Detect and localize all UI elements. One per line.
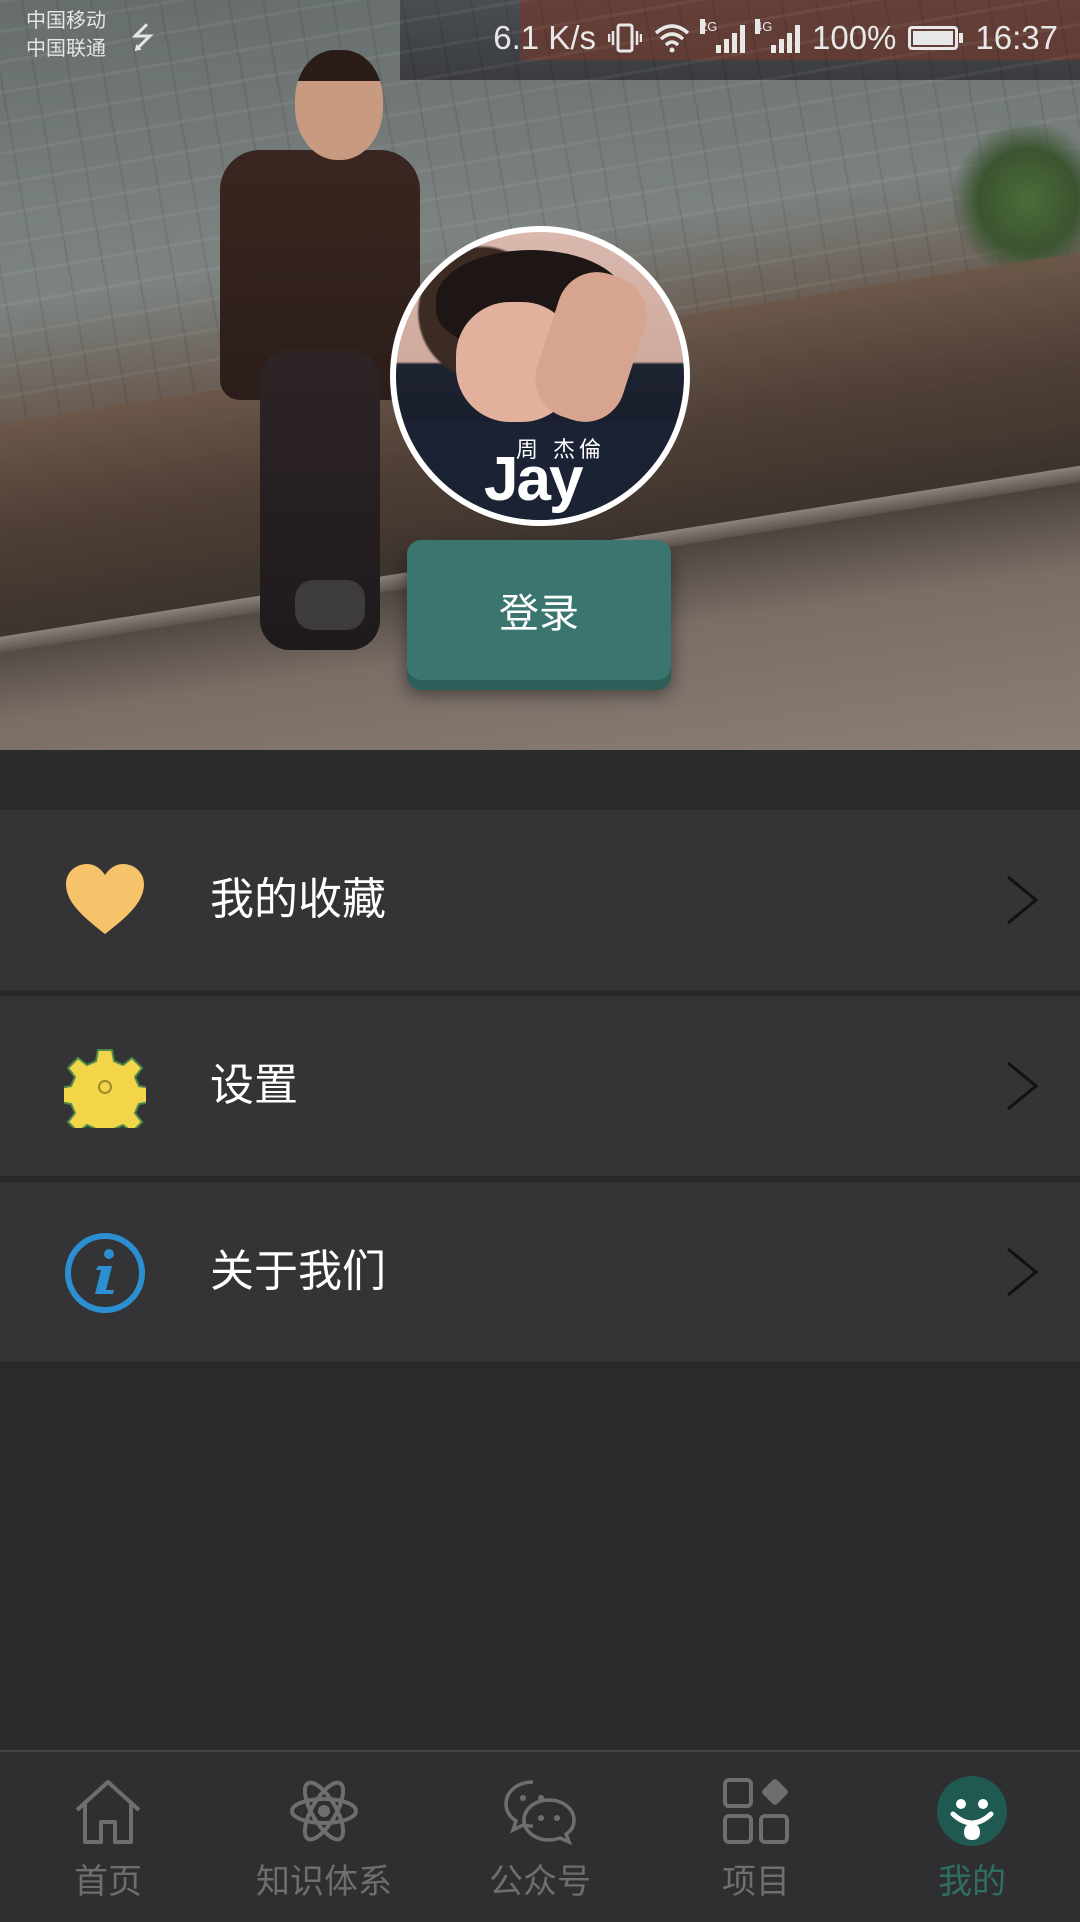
carrier-info: 中国移动 中国联通 (26, 6, 106, 62)
home-icon (75, 1780, 141, 1844)
battery-icon (908, 26, 964, 50)
vibrate-icon (608, 23, 642, 53)
grid-icon (723, 1778, 789, 1844)
login-button[interactable]: 登录 (407, 540, 671, 680)
atom-icon (290, 1780, 358, 1842)
nav-label: 首页 (74, 1862, 142, 1902)
nav-wechat[interactable]: 公众号 (432, 1752, 648, 1922)
chevron-right-icon (1007, 1247, 1039, 1297)
bottom-navigation: 首页 知识体系 公众号 项目 我的 (0, 1750, 1080, 1922)
net-speed: 6.1 K/s (493, 19, 596, 56)
signal-4g-icon: 4G (755, 19, 800, 53)
clock: 16:37 (975, 19, 1058, 56)
heart-icon (66, 864, 144, 934)
menu-item-settings[interactable]: 设置 (0, 996, 1080, 1182)
nav-home[interactable]: 首页 (0, 1752, 216, 1922)
nav-label: 公众号 (489, 1862, 591, 1902)
menu-item-label: 关于我们 (210, 1246, 386, 1297)
usb-icon: ⭍ (130, 21, 155, 56)
signal-2g-icon: 2G (700, 19, 745, 53)
menu-list: 我的收藏 设置 关于我们 (0, 810, 1080, 1368)
smiley-icon (937, 1776, 1007, 1846)
carrier-1: 中国移动 (26, 8, 106, 32)
wifi-icon (654, 24, 690, 53)
menu-item-about[interactable]: 关于我们 (0, 1182, 1080, 1368)
gear-icon (64, 1049, 146, 1128)
nav-knowledge[interactable]: 知识体系 (216, 1752, 432, 1922)
chevron-right-icon (1007, 1061, 1039, 1111)
status-bar: 中国移动 中国联通 ⭍ 6.1 K/s 2G 4G 100% 16:37 (0, 0, 1080, 76)
nav-label: 项目 (722, 1862, 790, 1902)
menu-item-label: 我的收藏 (210, 874, 386, 925)
nav-label: 知识体系 (256, 1862, 392, 1902)
carrier-2: 中国联通 (26, 36, 106, 60)
menu-item-favorites[interactable]: 我的收藏 (0, 810, 1080, 996)
chevron-right-icon (1007, 875, 1039, 925)
nav-projects[interactable]: 项目 (648, 1752, 864, 1922)
avatar-text-en: Jay (484, 445, 583, 514)
menu-item-label: 设置 (210, 1060, 298, 1111)
wechat-icon (504, 1780, 576, 1846)
avatar[interactable]: 周 杰倫 Jay (390, 226, 690, 526)
nav-mine[interactable]: 我的 (864, 1752, 1080, 1922)
nav-label: 我的 (938, 1862, 1006, 1902)
battery-percent: 100% (812, 19, 897, 56)
info-icon (65, 1233, 145, 1313)
